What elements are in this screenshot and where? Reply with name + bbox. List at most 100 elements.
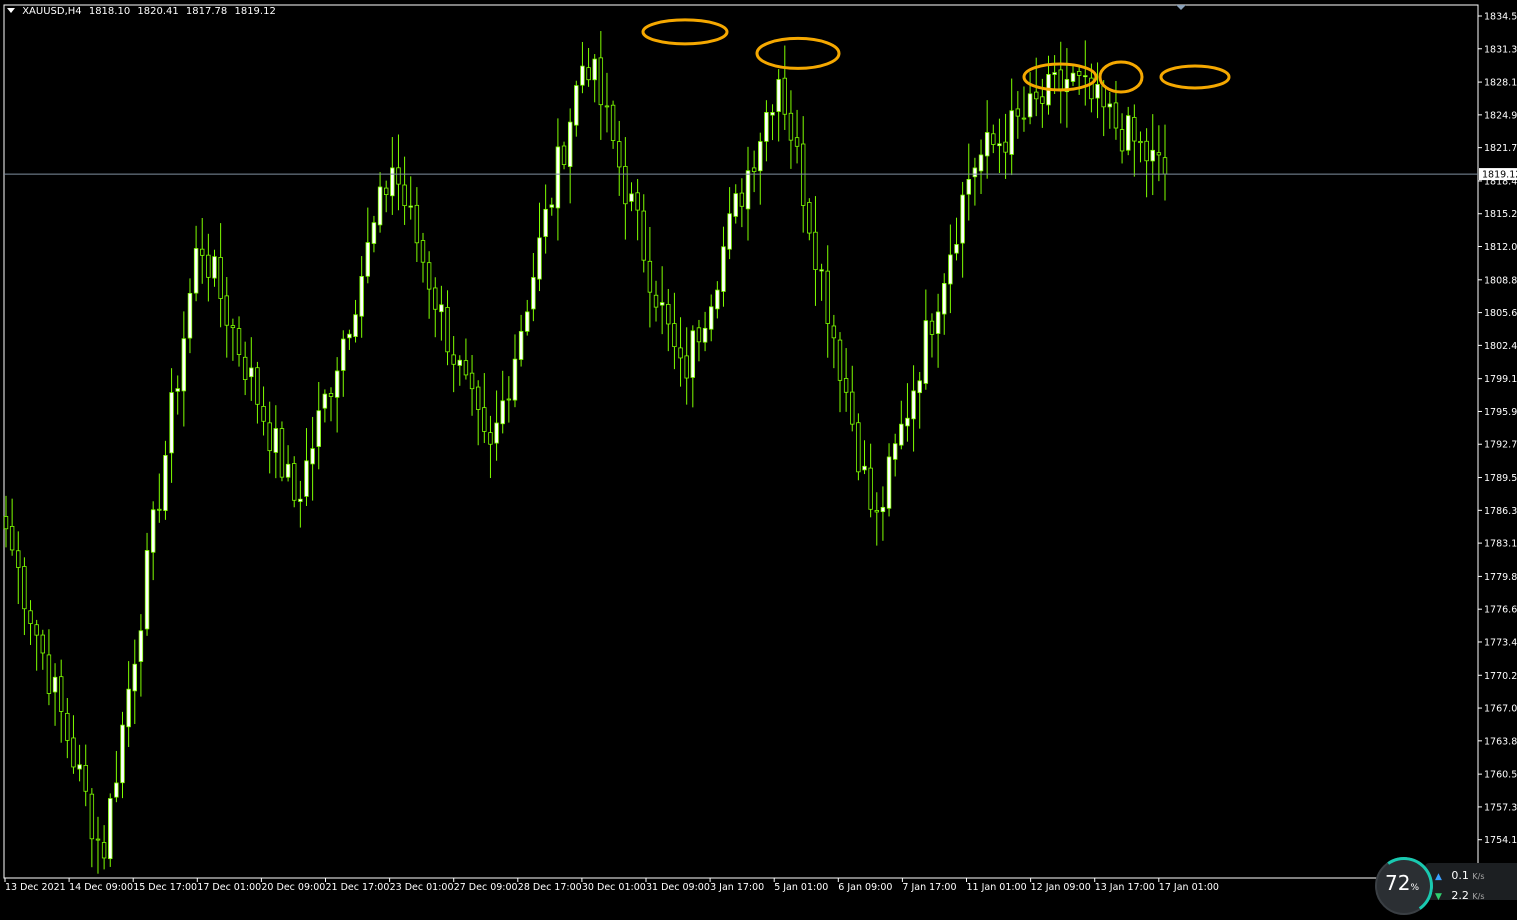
candle-body — [402, 184, 407, 207]
candle-body — [868, 467, 873, 510]
candle-body — [647, 260, 653, 293]
candle-body — [475, 386, 481, 410]
candle-body — [598, 57, 604, 106]
candle-body — [623, 166, 628, 205]
candle-body — [905, 417, 910, 427]
candle-body — [1162, 157, 1168, 175]
candle-body — [126, 688, 131, 728]
price-tag-label: 1819.12 — [1482, 170, 1517, 181]
candle-body — [721, 246, 726, 292]
candle-body — [1156, 152, 1162, 156]
candle-body — [617, 141, 622, 168]
candle-body — [157, 508, 162, 511]
candle-body — [3, 516, 9, 530]
time-tick-label: 5 Jan 01:00 — [774, 882, 828, 893]
candle-body — [954, 244, 959, 254]
time-tick-label: 28 Dec 17:00 — [518, 882, 582, 893]
candle-body — [65, 712, 70, 741]
candle-body — [942, 283, 947, 315]
price-tick-label: 1754.15 — [1484, 835, 1517, 846]
candle-body — [34, 624, 39, 636]
ohlc-high: 1820.41 — [137, 6, 179, 17]
candle-body — [95, 838, 101, 841]
time-tick-label: 20 Dec 09:00 — [261, 882, 325, 893]
candle-body — [224, 295, 229, 326]
network-speed-widget[interactable]: ▲ 0.1 K/s ▼ 2.2 K/s 72% — [1370, 852, 1517, 920]
candle-body — [819, 269, 824, 272]
time-tick-label: 31 Dec 09:00 — [646, 882, 710, 893]
candle-body — [1058, 69, 1063, 90]
price-tick-label: 1808.80 — [1484, 275, 1517, 286]
candle-body — [341, 338, 346, 371]
candle-body — [132, 663, 137, 692]
candle-body — [390, 167, 395, 197]
candle-body — [322, 393, 328, 409]
candle-body — [353, 314, 358, 337]
candle-body — [255, 367, 260, 405]
chart-area[interactable]: 1834.55 1831.35 1828.10 1824.90 1821.70 1818.… — [0, 0, 1517, 920]
candle-body — [279, 428, 285, 478]
candle-body — [83, 765, 88, 792]
candle-body — [672, 323, 677, 348]
candle-body — [776, 79, 781, 112]
candle-body — [212, 256, 217, 279]
candle-body — [567, 121, 573, 167]
candle-body — [991, 133, 996, 145]
candle-body — [46, 654, 52, 694]
candle-body — [537, 237, 542, 280]
candle-body — [1076, 71, 1082, 76]
candle-body — [580, 65, 585, 86]
annotation-ellipse — [641, 18, 729, 46]
candle-body — [899, 423, 904, 446]
usage-percent: 72% — [1385, 871, 1420, 895]
candle-body — [604, 105, 610, 108]
candle-body — [555, 146, 561, 209]
candle-body — [120, 724, 125, 784]
candle-body — [144, 550, 150, 630]
candlestick-chart[interactable]: 1834.55 1831.35 1828.10 1824.90 1821.70 1818.… — [0, 0, 1517, 900]
candle-body — [800, 143, 806, 206]
price-tick-label: 1760.55 — [1484, 770, 1517, 781]
candle-body — [242, 356, 248, 380]
candle-body — [175, 388, 180, 392]
annotation-ellipse — [1098, 60, 1144, 94]
candle-body — [298, 498, 303, 502]
time-tick-label: 17 Jan 01:00 — [1159, 882, 1219, 893]
candle-body — [16, 550, 21, 568]
candle-body — [531, 277, 536, 310]
candle-body — [856, 422, 861, 473]
candle-body — [709, 306, 714, 330]
chart-menu-triangle-icon[interactable] — [7, 8, 15, 13]
price-tick-label: 1834.55 — [1484, 12, 1517, 23]
candle-body — [193, 248, 199, 294]
candle-body — [267, 422, 272, 452]
candle-body — [586, 67, 591, 81]
ohlc-close: 1819.12 — [234, 6, 276, 17]
candle-body — [1113, 102, 1119, 129]
price-tick-label: 1805.60 — [1484, 308, 1517, 319]
candle-body — [770, 112, 775, 116]
candle-body — [751, 167, 757, 172]
candle-body — [684, 355, 689, 379]
candle-body — [935, 311, 941, 334]
candle-body — [169, 392, 174, 454]
time-tick-label: 30 Dec 01:00 — [582, 882, 646, 893]
candle-body — [500, 400, 505, 425]
time-tick-label: 17 Dec 01:00 — [197, 882, 261, 893]
candle-body — [1138, 140, 1143, 144]
download-arrow-icon: ▼ — [1435, 892, 1442, 902]
speed-panel: ▲ 0.1 K/s ▼ 2.2 K/s — [1425, 863, 1517, 902]
candle-body — [451, 354, 456, 365]
candle-body — [310, 448, 315, 465]
candle-body — [463, 360, 469, 376]
candle-body — [218, 257, 223, 299]
candle-body — [1015, 108, 1021, 117]
candle-body — [788, 112, 794, 141]
candle-body — [525, 311, 530, 332]
price-tick-label: 1795.95 — [1484, 407, 1517, 418]
candle-body — [71, 737, 76, 768]
time-tick-label: 13 Jan 17:00 — [1095, 882, 1155, 893]
candle-body — [997, 143, 1002, 147]
candle-body — [549, 204, 554, 208]
candle-body — [334, 370, 340, 398]
